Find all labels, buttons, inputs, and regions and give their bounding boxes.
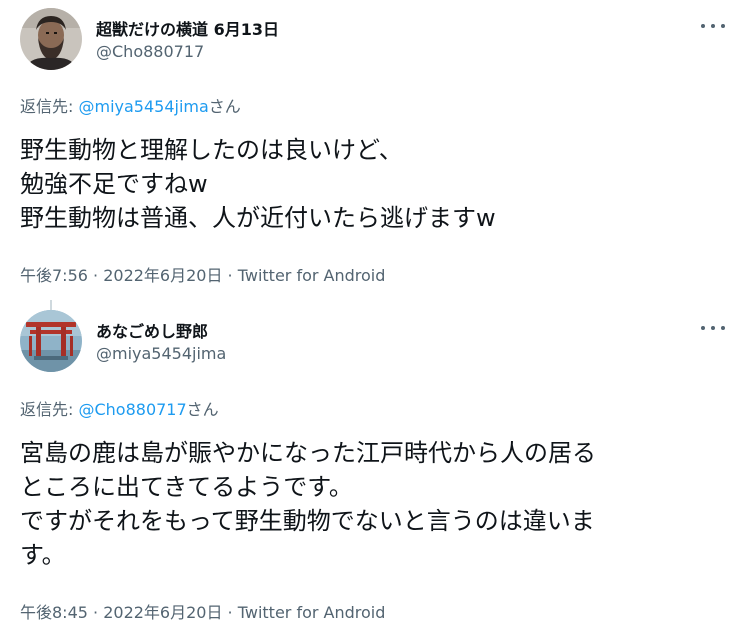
replying-to: 返信先: @Cho880717さん [20,396,219,420]
separator: · [222,603,238,622]
more-options-button[interactable] [701,16,725,36]
tweet-text: 宮島の鹿は島が賑やかになった江戸時代から人の居る ところに出てきてるようです。 … [20,439,596,569]
avatar[interactable] [20,310,82,372]
dot-icon [721,24,725,28]
tweet-2[interactable]: あなごめし野郎 @miya5454jima 返信先: @Cho880717さん … [0,300,745,634]
reply-mention-link[interactable]: @Cho880717 [78,400,186,419]
reply-prefix: 返信先: [20,97,79,116]
torii-gate-avatar-icon [20,310,82,372]
dot-icon [711,326,715,330]
dot-icon [701,24,705,28]
tweet-source-link[interactable]: Twitter for Android [238,603,386,622]
tweet-meta: 午後7:56 · 2022年6月20日 · Twitter for Androi… [20,262,385,286]
reply-suffix: さん [186,400,219,419]
user-handle[interactable]: @miya5454jima [96,344,226,363]
display-name[interactable]: あなごめし野郎 [96,318,208,342]
tweet-1[interactable]: 超獣だけの横道 6月13日 @Cho880717 返信先: @miya5454j… [0,0,745,300]
tweet-date-link[interactable]: 2022年6月20日 [103,266,222,285]
display-name[interactable]: 超獣だけの横道 6月13日 [96,16,279,40]
tweet-meta: 午後8:45 · 2022年6月20日 · Twitter for Androi… [20,599,385,623]
bearded-man-avatar-icon [20,8,82,70]
reply-suffix: さん [208,97,241,116]
tweet-time-link[interactable]: 午後7:56 [20,266,88,285]
replying-to: 返信先: @miya5454jimaさん [20,93,241,117]
tweet-time-link[interactable]: 午後8:45 [20,603,88,622]
separator: · [222,266,238,285]
dot-icon [721,326,725,330]
dot-icon [711,24,715,28]
more-options-button[interactable] [701,318,725,338]
user-handle[interactable]: @Cho880717 [96,42,204,61]
separator: · [87,266,104,285]
avatar[interactable] [20,8,82,70]
tweet-date-link[interactable]: 2022年6月20日 [103,603,222,622]
separator: · [87,603,104,622]
reply-mention-link[interactable]: @miya5454jima [78,97,208,116]
dot-icon [701,326,705,330]
tweet-text: 野生動物と理解したのは良いけど、 勉強不足ですねw 野生動物は普通、人が近付いた… [20,136,496,232]
reply-prefix: 返信先: [20,400,79,419]
tweet-source-link[interactable]: Twitter for Android [238,266,386,285]
